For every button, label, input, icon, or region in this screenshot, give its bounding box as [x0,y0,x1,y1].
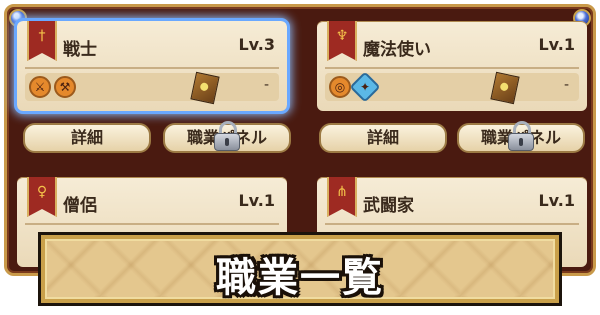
job-name: 僧侶 [63,196,97,216]
divider [325,223,579,225]
staff-icon: ♆ [335,28,349,44]
job-panel-button[interactable]: 職業パネル [457,121,585,153]
divider [25,67,279,69]
job-level: Lv.1 [538,35,575,54]
button-label: 詳細 [70,128,103,147]
job-panel-button[interactable]: 職業パネル [163,121,291,153]
detail-button[interactable]: 詳細 [319,123,447,153]
job-name: 魔法使い [363,40,431,60]
job-card-mage[interactable]: ♆ 魔法使い Lv.1 ◎ ✦ - [317,21,587,111]
sword-icon: † [38,28,46,44]
divider [325,67,579,69]
job-banner: ♆ [327,21,357,61]
job-card-warrior[interactable]: † 戦士 Lv.3 ⚔ ⚒ - [14,18,290,114]
job-level: Lv.1 [538,191,575,210]
skill-card-icon [490,71,520,105]
lock-icon [214,121,240,151]
claw-icon: ⋔ [336,184,348,200]
job-banner: ⋔ [327,177,357,217]
sword-icon: ⚔ [29,76,51,98]
skill-card-icon [190,71,220,105]
scepter-icon: ♀ [36,184,48,200]
title-plate: 職業一覧 [38,232,562,306]
lock-icon [508,121,534,151]
page-title: 職業一覧 [216,255,384,301]
divider [25,223,279,225]
job-equipment-row: ⚔ ⚒ - [25,71,279,105]
job-level: Lv.3 [238,35,275,54]
job-name: 武闘家 [363,196,414,216]
sub-value: - [263,77,269,93]
job-level: Lv.1 [238,191,275,210]
job-name: 戦士 [63,40,97,60]
wand-icon: ✦ [349,71,381,103]
job-equipment-row: ◎ ✦ - [325,71,579,105]
sub-value: - [563,77,569,93]
job-banner: † [27,21,57,61]
job-banner: ♀ [27,177,57,217]
detail-button[interactable]: 詳細 [23,123,151,153]
whip-icon: ◎ [329,76,351,98]
axe-icon: ⚒ [54,76,76,98]
button-label: 詳細 [366,128,399,147]
